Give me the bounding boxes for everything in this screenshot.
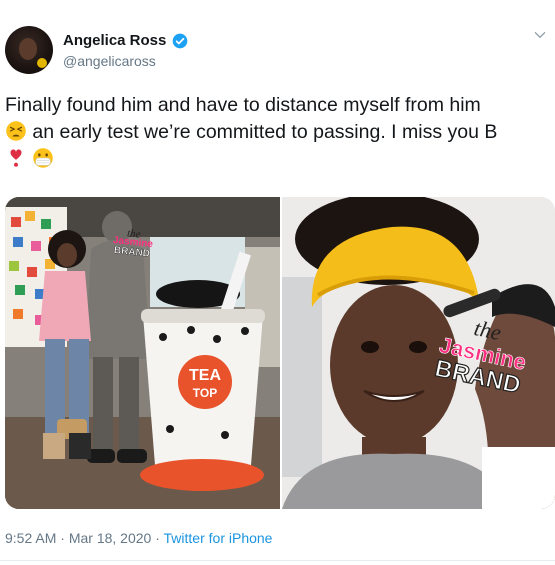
tweet-photo-right[interactable]: the Jasmine BRAND [282,197,555,509]
tweet-date[interactable]: Mar 18, 2020 [69,530,152,546]
avatar[interactable] [5,26,53,74]
cup-logo-bottom: TOP [193,386,217,400]
bottom-divider [0,560,555,561]
photo-right-illustration: the Jasmine BRAND [282,197,555,509]
mask-face-emoji-icon [33,148,54,168]
author-handle[interactable]: @angelicaross [63,53,156,69]
verified-badge-icon [173,33,188,48]
separator-dot-2: · [151,530,164,546]
photo-left-illustration: TEA TOP the Jasmine BRAND [5,197,280,509]
chevron-down-icon[interactable] [533,28,547,42]
tweet-text-segment-1: Finally found him and have to distance m… [5,94,481,116]
red-exclamation-heart-emoji-icon [10,149,22,167]
separator-dot: · [56,530,69,546]
tweet-metadata: 9:52 AM · Mar 18, 2020 · Twitter for iPh… [5,530,272,546]
tweet-text: Finally found him and have to distance m… [5,92,553,173]
avatar-accent [37,58,47,68]
tweet-photo-left[interactable]: TEA TOP the Jasmine BRAND [5,197,280,509]
tweet-text-segment-2: an early test we’re committed to passing… [27,121,498,143]
tweet-text-line-1: Finally found him and have to distance m… [5,92,553,119]
tweet-text-line-3 [5,146,553,173]
author-name[interactable]: Angelica Ross [63,32,166,49]
cup-logo-top: TEA [189,367,221,384]
tweet-text-line-2: an early test we’re committed to passing… [5,119,553,146]
author-row: Angelica Ross [63,32,188,49]
tweet-source-link[interactable]: Twitter for iPhone [164,530,273,546]
tweet-time[interactable]: 9:52 AM [5,530,56,546]
tired-face-emoji-icon [6,121,26,141]
avatar-face [19,38,37,60]
